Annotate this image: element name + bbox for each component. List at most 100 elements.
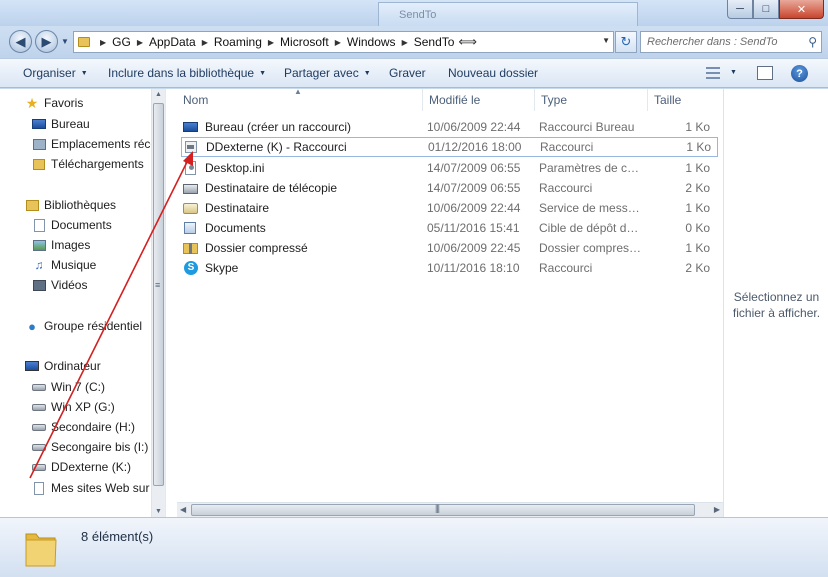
minimize-button[interactable]: ─ [727,0,753,19]
file-row[interactable]: Dossier compressé 10/06/2009 22:45 Dossi… [181,238,718,258]
chevron-right-icon[interactable]: ▶ [202,38,208,47]
breadcrumb-roaming[interactable]: Roaming [214,35,262,49]
column-header-name[interactable]: Nom ▲ [177,87,423,111]
breadcrumb-microsoft[interactable]: Microsoft [280,35,329,49]
file-row[interactable]: Documents 05/11/2016 15:41 Cible de dépô… [181,218,718,238]
item-count: 8 élément(s) [81,529,154,544]
caret-down-icon: ▼ [363,70,371,77]
file-row-selected[interactable]: DDexterne (K) - Raccourci 01/12/2016 18:… [181,137,718,157]
star-icon: ★ [25,94,39,111]
back-button[interactable]: ◀ [9,30,32,53]
file-row[interactable]: Destinataire 10/06/2009 22:44 Service de… [181,198,718,218]
new-folder-button[interactable]: Nouveau dossier [448,66,538,80]
nav-item-images[interactable]: Images [0,235,151,255]
details-pane: 8 élément(s) [0,517,828,577]
file-row[interactable]: Destinataire de télécopie 14/07/2009 06:… [181,178,718,198]
file-row[interactable]: Bureau (créer un raccourci) 10/06/2009 2… [181,117,718,137]
burn-button[interactable]: Graver [389,66,426,80]
scroll-grip-icon: ≡ [155,280,161,290]
column-header-date[interactable]: Modifié le [423,89,535,111]
file-type: Paramètres de con... [539,161,643,175]
chevron-right-icon[interactable]: ▶ [335,38,341,47]
refresh-button[interactable]: ↻ [615,31,637,53]
file-name: Dossier compressé [205,241,308,255]
navigation-scroll-thumb[interactable] [153,103,164,486]
nav-drive-k[interactable]: DDexterne (K:) [0,457,151,477]
images-icon [31,238,47,252]
nav-item-downloads[interactable]: Téléchargements [0,154,151,174]
nav-drive-h[interactable]: Secondaire (H:) [0,417,151,437]
file-name: Destinataire de télécopie [205,181,338,195]
horizontal-scrollbar[interactable]: ◀ ||| ▶ [177,502,723,517]
file-size: 1 Ko [686,140,711,154]
nav-item-label: Vidéos [51,278,88,292]
share-menu[interactable]: Partager avec ▼ [284,66,371,80]
forward-button[interactable]: ▶ [35,30,58,53]
recent-pages-dropdown[interactable]: ▼ [61,37,69,46]
file-row[interactable]: Desktop.ini 14/07/2009 06:55 Paramètres … [181,158,718,178]
nav-drive-c[interactable]: Win 7 (C:) [0,377,151,397]
settings-file-icon [183,161,199,175]
horizontal-scroll-thumb[interactable] [191,504,695,516]
nav-item-label: Emplacements récents [51,137,151,151]
organize-menu[interactable]: Organiser ▼ [23,66,88,80]
file-type: Service de messag... [539,201,643,215]
file-size: 1 Ko [685,201,710,215]
nav-drive-g[interactable]: Win XP (G:) [0,397,151,417]
column-header-label: Type [541,93,568,107]
nav-homegroup[interactable]: ● Groupe résidentiel [0,316,151,336]
preview-pane-toggle-icon[interactable] [757,66,773,80]
chevron-right-icon[interactable]: ▶ [268,38,274,47]
nav-item-recent-places[interactable]: Emplacements récents [0,134,151,154]
nav-drive-i[interactable]: Secongaire bis (I:) [0,437,151,457]
pane-splitter[interactable] [165,89,177,517]
scroll-down-icon[interactable]: ▼ [155,508,162,515]
documents-icon [183,221,199,235]
column-header-type[interactable]: Type [535,89,648,111]
view-options-dropdown[interactable]: ▼ [730,69,737,76]
nav-item-music[interactable]: ♫ Musique [0,255,151,275]
column-header-label: Taille [654,93,682,107]
file-date: 14/07/2009 06:55 [427,161,521,175]
maximize-button[interactable]: □ [753,0,779,19]
breadcrumb-sendto[interactable]: SendTo [414,35,455,49]
breadcrumb-appdata[interactable]: AppData [149,35,196,49]
scroll-right-icon[interactable]: ▶ [714,505,720,514]
file-date: 10/06/2009 22:45 [427,241,521,255]
nav-item-msn-sites[interactable]: Mes sites Web sur MSN [0,478,151,498]
drive-icon [31,460,47,474]
scroll-left-icon[interactable]: ◀ [180,505,186,514]
view-options-icon[interactable] [706,67,720,79]
nav-item-label: Bureau [51,117,90,131]
column-header-label: Modifié le [429,93,481,107]
navigation-scrollbar[interactable]: ▲ ≡ ▼ [151,89,165,517]
search-icon[interactable]: ⚲ [808,35,817,49]
nav-item-videos[interactable]: Vidéos [0,275,151,295]
chevron-right-icon[interactable]: ▶ [402,38,408,47]
drive-icon [31,420,47,434]
background-window-tab[interactable]: SendTo [378,2,638,28]
nav-item-documents[interactable]: Documents [0,215,151,235]
include-library-menu[interactable]: Inclure dans la bibliothèque ▼ [108,66,266,80]
file-type: Raccourci [539,261,593,275]
mail-icon [183,201,199,215]
close-button[interactable]: ✕ [779,0,824,19]
breadcrumb-windows[interactable]: Windows [347,35,396,49]
help-icon[interactable]: ? [791,65,808,82]
search-input[interactable] [641,32,796,52]
nav-item-bureau[interactable]: Bureau [0,114,151,134]
file-row[interactable]: S Skype 10/11/2016 18:10 Raccourci 2 Ko [181,258,718,278]
nav-libraries[interactable]: Bibliothèques [0,195,151,215]
address-dropdown[interactable]: ▼ [602,36,610,45]
nav-computer[interactable]: Ordinateur [0,356,151,376]
address-bar[interactable]: ▶ GG ▶ AppData ▶ Roaming ▶ Microsoft ▶ W… [73,31,614,53]
breadcrumb-gg[interactable]: GG [112,35,131,49]
chevron-right-icon[interactable]: ▶ [137,38,143,47]
desktop-icon [31,117,47,131]
file-type: Raccourci [539,181,593,195]
scroll-up-icon[interactable]: ▲ [155,91,162,98]
chevron-right-icon[interactable]: ▶ [100,38,106,47]
move-cursor-icon: ⟺ [458,34,478,49]
nav-favorites[interactable]: ★ Favoris [0,93,151,113]
column-header-size[interactable]: Taille [648,89,723,111]
